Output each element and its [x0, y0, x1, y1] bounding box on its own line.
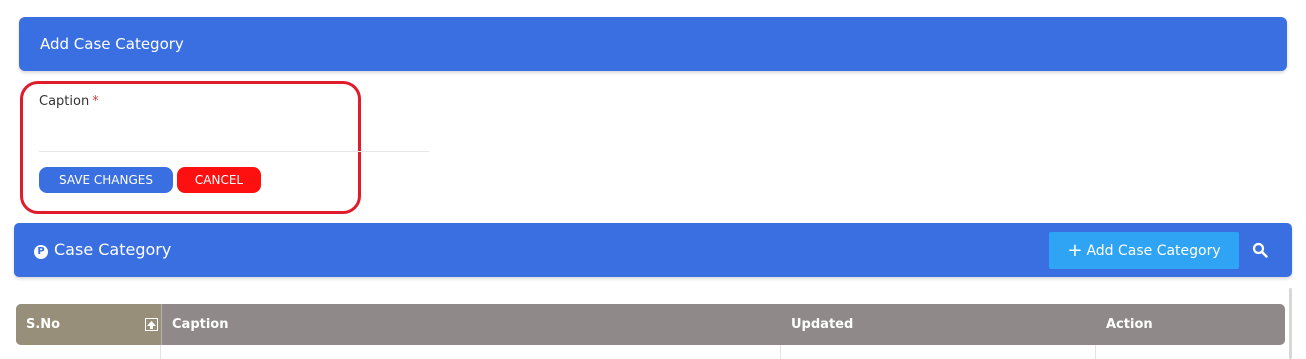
add-case-category-button-label: Add Case Category	[1086, 243, 1221, 259]
column-divider	[160, 345, 161, 359]
column-header-action-label: Action	[1106, 317, 1153, 332]
table-header: S.No Caption Updated Action	[16, 304, 1285, 345]
column-header-updated[interactable]: Updated	[781, 304, 1096, 345]
parking-icon: P	[34, 245, 48, 259]
case-category-header: P Case Category + Add Case Category	[14, 223, 1292, 277]
column-divider	[1095, 345, 1096, 359]
search-icon[interactable]	[1252, 242, 1268, 258]
caption-label-text: Caption	[39, 94, 90, 109]
case-category-title-text: Case Category	[54, 240, 172, 259]
add-case-category-title: Add Case Category	[40, 35, 184, 53]
column-header-action[interactable]: Action	[1096, 304, 1285, 345]
column-header-caption-label: Caption	[172, 317, 229, 332]
caption-label: Caption *	[39, 94, 99, 109]
column-header-sno-label: S.No	[26, 317, 61, 332]
caption-input[interactable]	[39, 115, 429, 152]
sort-ascending-icon[interactable]	[145, 318, 158, 331]
column-header-updated-label: Updated	[791, 317, 854, 332]
add-case-category-header: Add Case Category	[19, 17, 1287, 71]
plus-icon: +	[1067, 240, 1083, 261]
column-header-caption[interactable]: Caption	[161, 304, 781, 345]
add-case-category-button[interactable]: + Add Case Category	[1049, 232, 1239, 269]
cancel-button[interactable]: CANCEL	[177, 167, 261, 193]
vertical-scrollbar[interactable]	[1289, 288, 1292, 359]
required-mark: *	[92, 94, 99, 109]
column-header-sno[interactable]: S.No	[16, 304, 161, 345]
case-category-title: P Case Category	[34, 223, 171, 277]
column-divider	[780, 345, 781, 359]
save-changes-button[interactable]: SAVE CHANGES	[39, 167, 173, 193]
